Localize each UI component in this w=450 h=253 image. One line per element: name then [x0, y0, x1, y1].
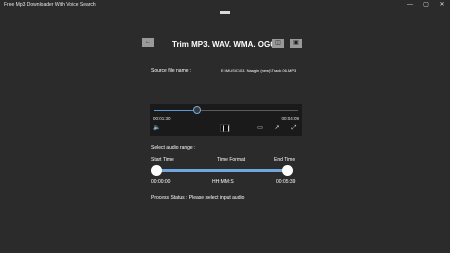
range-end-thumb[interactable]	[282, 165, 293, 176]
end-time-value: 00:05:39	[276, 179, 296, 185]
audio-range-slider[interactable]	[151, 165, 293, 176]
save-button[interactable]: ▣	[290, 39, 302, 48]
close-icon[interactable]: ✕	[436, 1, 448, 10]
back-arrow-icon: ←	[145, 39, 151, 45]
aspect-ratio-icon[interactable]: ▭	[255, 124, 265, 132]
seek-bar[interactable]	[154, 106, 298, 114]
source-file-label: Source file name :	[151, 68, 192, 74]
title-bar: Free Mp3 Downloader With Voice Search — …	[0, 0, 450, 11]
top-indicator	[220, 11, 230, 14]
current-time: 00:01:30	[153, 116, 171, 121]
page-title: Trim MP3. WAV. WMA. OGG	[172, 40, 277, 49]
open-file-button[interactable]: ◫	[272, 39, 284, 48]
cast-icon[interactable]: ↗	[272, 124, 282, 132]
process-status: Process Status : Please select input aud…	[151, 195, 245, 201]
time-format-value: HH:MM:S	[212, 179, 234, 185]
back-button[interactable]: ←	[142, 38, 154, 47]
audio-range-label: Select audio range :	[151, 145, 196, 151]
seek-fill	[154, 110, 198, 111]
end-time-label: End Time	[274, 157, 296, 163]
time-format-label: Time Format	[217, 157, 246, 163]
minimize-icon[interactable]: —	[404, 1, 416, 10]
media-player: 00:01:30 00:04:09 🔈 ❙❙ ▭ ↗ ⤢	[150, 104, 302, 136]
start-time-label: Start Time	[151, 157, 174, 163]
fullscreen-icon[interactable]: ⤢	[289, 124, 299, 132]
save-icon: ▣	[293, 40, 299, 46]
range-start-thumb[interactable]	[151, 165, 162, 176]
maximize-icon[interactable]: ▢	[420, 1, 432, 10]
volume-icon[interactable]: 🔈	[152, 124, 162, 132]
source-file-value: E:\MUSIC\03. Naagin (new)\Track 06.MP3	[221, 68, 297, 73]
seek-thumb[interactable]	[193, 106, 202, 114]
total-time: 00:04:09	[281, 116, 299, 121]
app-title: Free Mp3 Downloader With Voice Search	[4, 2, 96, 8]
panel-icon: ◫	[275, 40, 281, 46]
pause-icon[interactable]: ❙❙	[220, 124, 231, 132]
start-time-value: 00:00:00	[151, 179, 171, 185]
